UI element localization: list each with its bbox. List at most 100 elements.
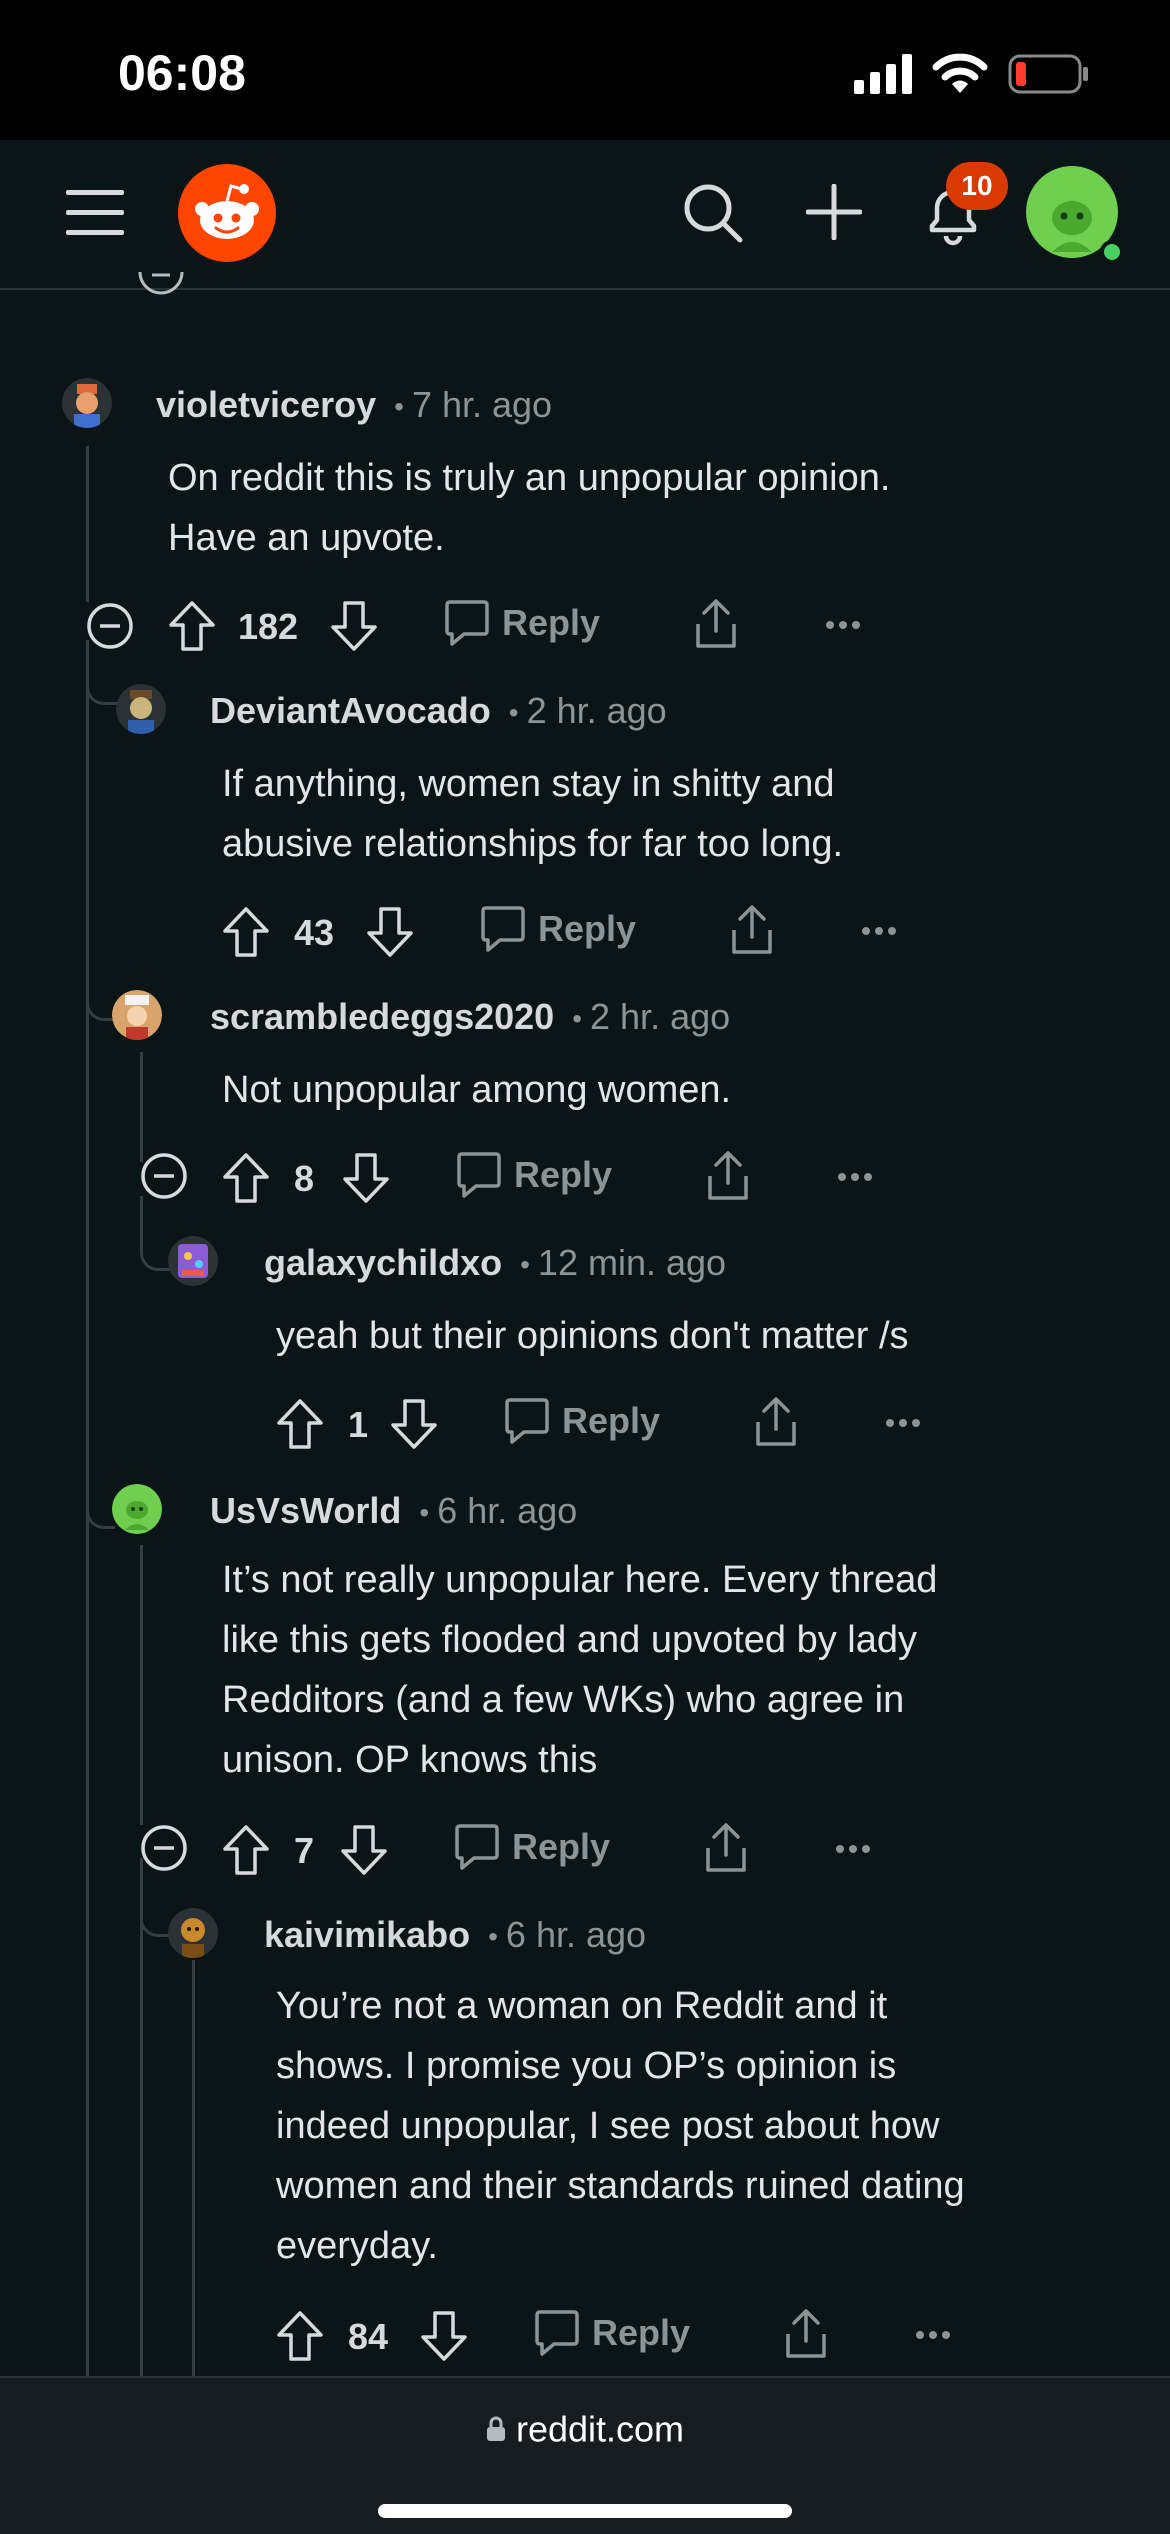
more-options-icon[interactable]: [862, 926, 896, 936]
upvote-icon[interactable]: [222, 906, 270, 958]
vote-count: 8: [294, 1158, 315, 1199]
more-options-icon[interactable]: [836, 1844, 870, 1854]
reply-button[interactable]: Reply: [534, 2308, 690, 2358]
more-options-icon[interactable]: [886, 1418, 920, 1428]
comment-line: unison. OP knows this: [222, 1739, 598, 1781]
meta-separator-dot: •: [508, 697, 519, 729]
thread-elbow: [86, 644, 121, 705]
downvote-icon[interactable]: [390, 1398, 438, 1450]
comment-username[interactable]: UsVsWorld: [210, 1490, 401, 1531]
collapse-thread-icon[interactable]: [140, 1824, 188, 1872]
thread-line: [140, 1858, 143, 2376]
reply-bubble-icon: [455, 1824, 499, 1870]
comment-line: abusive relationships for far too long.: [222, 823, 844, 865]
comment-line: indeed unpopular, I see post about how: [276, 2105, 940, 2147]
upvote-icon[interactable]: [222, 1824, 270, 1876]
wifi-icon: [932, 53, 988, 93]
reply-button[interactable]: Reply: [444, 598, 600, 648]
upvote-icon[interactable]: [276, 2310, 324, 2362]
vote-count: 43: [294, 912, 335, 953]
comment-meta: DeviantAvocado • 2 hr. ago: [210, 690, 667, 732]
comment-username[interactable]: kaivimikabo: [264, 1914, 470, 1955]
thread-line: [140, 1052, 143, 1162]
reply-label: Reply: [514, 1154, 613, 1195]
comment-line: It’s not really unpopular here. Every th…: [222, 1559, 938, 1601]
collapse-thread-icon[interactable]: [140, 1152, 188, 1200]
reply-label: Reply: [562, 1400, 661, 1441]
thread-elbow: [86, 1446, 115, 1529]
comment-username[interactable]: galaxychildxo: [264, 1242, 502, 1283]
user-avatar[interactable]: [62, 378, 112, 428]
downvote-icon[interactable]: [366, 906, 414, 958]
share-icon[interactable]: [692, 598, 740, 650]
url-bar[interactable]: reddit.com: [0, 2406, 1170, 2450]
thread-elbow: [86, 940, 115, 1021]
share-icon[interactable]: [702, 1822, 750, 1874]
comment-line: everyday.: [276, 2225, 438, 2267]
reply-button[interactable]: Reply: [456, 1150, 612, 1200]
share-icon[interactable]: [752, 1396, 800, 1448]
comment-timestamp: 12 min. ago: [537, 1242, 727, 1283]
thread-line: [86, 446, 89, 602]
cellular-signal-icon: [854, 54, 912, 94]
downvote-icon[interactable]: [330, 600, 378, 652]
share-icon[interactable]: [704, 1150, 752, 1202]
more-options-icon[interactable]: [838, 1172, 872, 1182]
meta-separator-dot: •: [572, 1003, 583, 1035]
comment-timestamp: 7 hr. ago: [411, 384, 553, 425]
comment-line: like this gets flooded and upvoted by la…: [222, 1619, 918, 1661]
comment-line: On reddit this is truly an unpopular opi…: [168, 457, 891, 499]
downvote-icon[interactable]: [342, 1152, 390, 1204]
share-icon[interactable]: [782, 2308, 830, 2360]
downvote-icon[interactable]: [340, 1824, 388, 1876]
menu-icon[interactable]: [66, 188, 124, 238]
user-avatar[interactable]: [112, 990, 162, 1040]
comment-username[interactable]: violetviceroy: [156, 384, 376, 425]
upvote-icon[interactable]: [168, 600, 216, 652]
thread-line: [140, 1545, 143, 1825]
user-avatar[interactable]: [168, 1908, 218, 1958]
downvote-icon[interactable]: [420, 2310, 468, 2362]
comment-username[interactable]: scrambledeggs2020: [210, 996, 554, 1037]
comment-line: Not unpopular among women.: [222, 1069, 732, 1111]
vote-count: 7: [294, 1830, 315, 1871]
collapse-thread-icon[interactable]: [86, 602, 134, 650]
user-avatar[interactable]: [116, 684, 166, 734]
status-time: 06:08: [118, 45, 246, 101]
reply-button[interactable]: Reply: [480, 904, 636, 954]
create-post-plus-icon[interactable]: [806, 184, 862, 240]
user-avatar[interactable]: [168, 1236, 218, 1286]
upvote-icon[interactable]: [222, 1152, 270, 1204]
browser-footer: reddit.com: [0, 2376, 1170, 2534]
more-options-icon[interactable]: [916, 2330, 950, 2340]
reply-button[interactable]: Reply: [504, 1396, 660, 1446]
comment-line: women and their standards ruined dating: [276, 2165, 965, 2207]
reply-bubble-icon: [445, 600, 489, 646]
home-indicator[interactable]: [378, 2504, 792, 2518]
status-icons: [854, 52, 1090, 96]
share-icon[interactable]: [728, 904, 776, 956]
comment-timestamp: 2 hr. ago: [526, 690, 667, 731]
previous-comment-collapse-icon[interactable]: [138, 270, 184, 300]
meta-separator-dot: •: [520, 1249, 530, 1281]
upvote-icon[interactable]: [276, 1398, 324, 1450]
comment-username[interactable]: DeviantAvocado: [210, 690, 491, 731]
comment-meta: galaxychildxo • 12 min. ago: [264, 1242, 726, 1284]
comment-meta: kaivimikabo • 6 hr. ago: [264, 1914, 646, 1956]
reddit-logo-icon[interactable]: [178, 164, 276, 262]
reply-label: Reply: [502, 602, 601, 643]
top-nav-bar: 10: [0, 140, 1170, 290]
meta-separator-dot: •: [394, 391, 404, 423]
reply-button[interactable]: Reply: [454, 1822, 610, 1872]
user-avatar[interactable]: [112, 1484, 162, 1534]
user-avatar[interactable]: [1026, 166, 1126, 266]
comment-meta: scrambledeggs2020 • 2 hr. ago: [210, 996, 730, 1038]
comment-timestamp: 6 hr. ago: [505, 1914, 647, 1955]
comment-timestamp: 2 hr. ago: [590, 996, 731, 1037]
lock-icon: [486, 2417, 505, 2442]
comment-body: It’s not really unpopular here. Every th…: [222, 1550, 937, 1790]
meta-separator-dot: •: [488, 1921, 498, 1953]
reply-label: Reply: [592, 2312, 691, 2353]
more-options-icon[interactable]: [826, 620, 860, 630]
search-icon[interactable]: [682, 182, 744, 244]
